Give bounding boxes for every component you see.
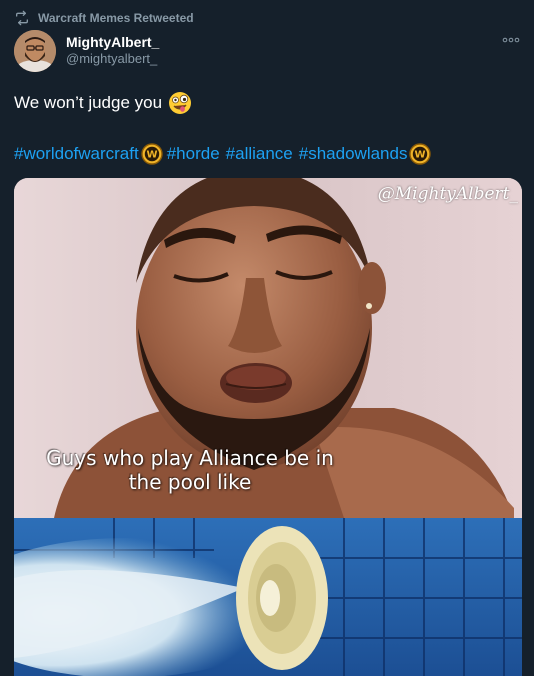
hashtag-worldofwarcraft[interactable]: #worldofwarcraft [14, 144, 139, 164]
hashtag-shadowlands[interactable]: #shadowlands [299, 144, 408, 164]
hashtags-line: #worldofwarcraft W #horde #alliance #sha… [14, 143, 435, 165]
tweet-text: We won’t judge you [14, 91, 192, 115]
tweet[interactable]: Warcraft Memes Retweeted MightyAlbert_ @… [0, 0, 534, 676]
user-handle[interactable]: @mightyalbert_ [66, 51, 159, 67]
hashtag-horde[interactable]: #horde [167, 144, 220, 164]
zany-face-emoji [169, 92, 192, 114]
retweet-context[interactable]: Warcraft Memes Retweeted [14, 10, 194, 26]
display-name[interactable]: MightyAlbert_ [66, 34, 159, 51]
image-watermark: @MightyAlbert_ [377, 184, 518, 204]
warcraft-w-badge-icon: W [141, 143, 163, 165]
avatar[interactable] [14, 30, 56, 72]
more-options-icon [502, 37, 520, 43]
warcraft-w-badge-icon: W [409, 143, 432, 165]
hashtag-alliance[interactable]: #alliance [226, 144, 293, 164]
retweet-label: Warcraft Memes Retweeted [38, 11, 194, 25]
tweet-media-image[interactable]: @MightyAlbert_ Guys who play Alliance be… [14, 178, 522, 676]
meme-caption: Guys who play Alliance be in the pool li… [40, 446, 340, 494]
more-options-button[interactable] [502, 34, 520, 46]
tweet-text-content: We won’t judge you [14, 93, 163, 112]
svg-text:W: W [415, 150, 426, 161]
author-info[interactable]: MightyAlbert_ @mightyalbert_ [66, 34, 159, 66]
meme-photo [14, 178, 522, 676]
meme-caption-line-2: the pool like [128, 470, 252, 494]
meme-caption-line-1: Guys who play Alliance be in [46, 446, 334, 470]
svg-text:W: W [146, 150, 157, 161]
retweet-icon [16, 10, 28, 26]
